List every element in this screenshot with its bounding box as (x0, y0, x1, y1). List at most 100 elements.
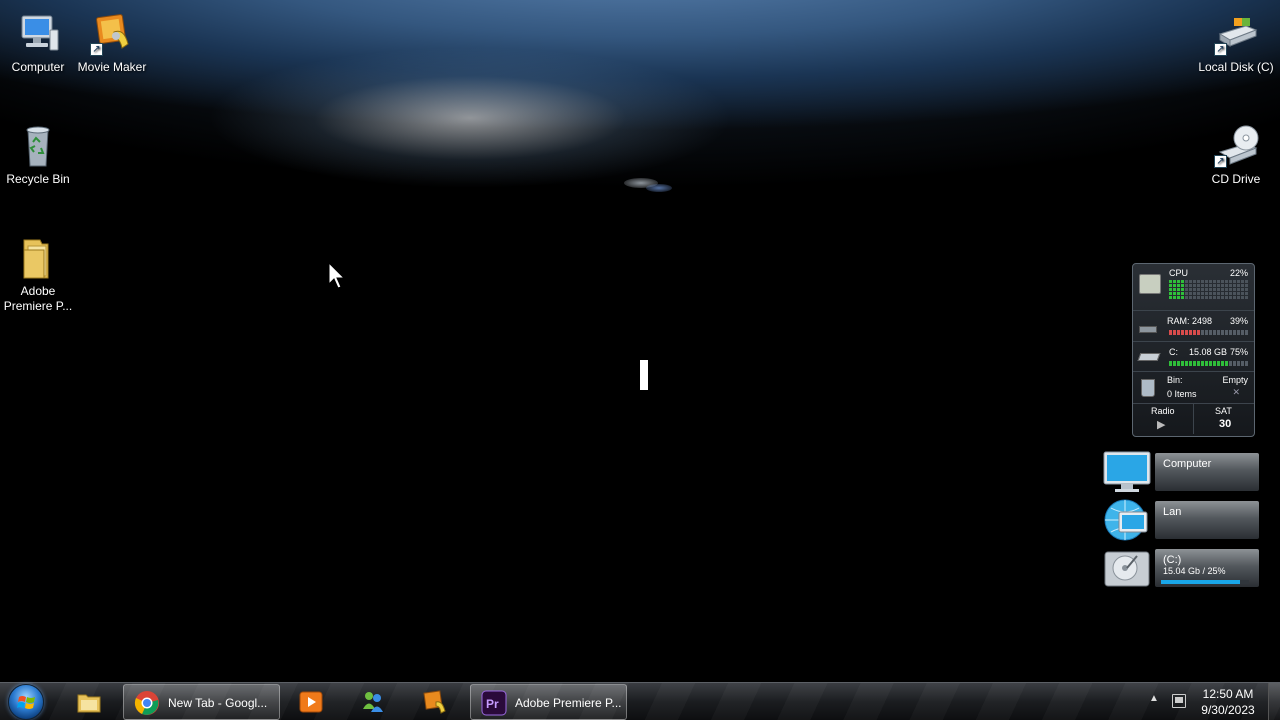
desktop-icon-recycle-bin[interactable]: Recycle Bin (0, 122, 76, 187)
weekday-label: SAT (1215, 406, 1232, 416)
meter-segment (1197, 330, 1200, 335)
disk-percent: 75% (1229, 347, 1248, 357)
show-hidden-icons-chevron-icon[interactable]: ▲ (1149, 693, 1159, 704)
desktop-icon-local-disk[interactable]: ↗ Local Disk (C) (1198, 10, 1274, 75)
cd-drive-icon: ↗ (1212, 122, 1260, 170)
meter-segment (1241, 361, 1244, 366)
cpu-graph-cell (1189, 288, 1192, 291)
cpu-graph-cell (1169, 296, 1172, 299)
system-monitor-gadget[interactable]: CPU 22% RAM: 2498 39% C: 15.08 GB 75% Bi… (1132, 263, 1255, 437)
cpu-graph (1169, 280, 1249, 304)
cpu-graph-cell (1217, 284, 1220, 287)
cpu-graph-cell (1225, 280, 1228, 283)
windows-logo-icon (17, 696, 35, 709)
cpu-label: CPU (1169, 268, 1189, 278)
desktop-icon-movie-maker[interactable]: ↗ Movie Maker (74, 10, 150, 75)
desktop-wallpaper (0, 0, 1280, 682)
drive-usage-fill (1161, 580, 1241, 584)
taskbar-button-chrome[interactable]: New Tab - Googl... (123, 684, 280, 720)
start-button[interactable] (8, 684, 44, 720)
desktop-icon-cd-drive[interactable]: ↗ CD Drive (1198, 122, 1274, 187)
cpu-graph-cell (1217, 280, 1220, 283)
clock-date: 9/30/2023 (1201, 703, 1255, 717)
taskbar-button-premiere[interactable]: Pr Adobe Premiere P... (470, 684, 627, 720)
cpu-graph-cell (1173, 280, 1176, 283)
cpu-graph-cell (1169, 284, 1172, 287)
mouse-pointer-icon (328, 261, 346, 295)
cpu-graph-cell (1233, 292, 1236, 295)
cpu-graph-cell (1213, 296, 1216, 299)
cpu-graph-cell (1169, 288, 1172, 291)
disk-label: C: (1169, 347, 1178, 357)
cpu-graph-cell (1225, 296, 1228, 299)
taskbar-pinned-movie-maker[interactable] (416, 684, 456, 720)
drive-widget[interactable]: (C:) 15.04 Gb / 25% (1103, 546, 1259, 590)
cpu-graph-cell (1201, 292, 1204, 295)
taskbar-clock[interactable]: 12:50 AM 9/30/2023 (1190, 686, 1266, 718)
taskbar-pinned-messenger[interactable] (354, 684, 394, 720)
ram-icon (1139, 326, 1157, 333)
media-player-icon (299, 691, 323, 713)
cpu-graph-cell (1221, 296, 1224, 299)
cpu-graph-cell (1237, 280, 1240, 283)
lan-widget-label: Lan (1163, 506, 1182, 518)
cpu-graph-cell (1213, 292, 1216, 295)
meter-segment (1213, 330, 1216, 335)
desktop-icon-computer[interactable]: Computer (0, 10, 76, 75)
meter-segment (1225, 330, 1228, 335)
desktop-icon-premiere-folder[interactable]: Adobe Premiere P... (0, 234, 76, 314)
meter-segment (1225, 361, 1228, 366)
bin-items: 0 Items (1167, 389, 1197, 399)
cpu-graph-cell (1217, 292, 1220, 295)
meter-segment (1237, 361, 1240, 366)
text-cursor (640, 360, 648, 390)
desktop-icon-label: CD Drive (1211, 172, 1261, 186)
cpu-graph-cell (1233, 296, 1236, 299)
radio-play-icon[interactable]: ▶ (1157, 418, 1165, 431)
cpu-graph-cell (1245, 296, 1248, 299)
network-tray-icon[interactable] (1172, 694, 1186, 708)
meter-segment (1233, 361, 1236, 366)
cpu-graph-cell (1245, 280, 1248, 283)
taskbar-button-label: Adobe Premiere P... (515, 696, 622, 710)
cpu-graph-cell (1189, 292, 1192, 295)
cpu-graph-cell (1233, 288, 1236, 291)
meter-segment (1205, 361, 1208, 366)
shortcut-arrow-icon: ↗ (1214, 155, 1227, 168)
lan-widget[interactable]: Lan (1103, 498, 1259, 542)
meter-segment (1205, 330, 1208, 335)
meter-segment (1197, 361, 1200, 366)
meter-segment (1193, 330, 1196, 335)
cpu-graph-cell (1181, 288, 1184, 291)
cpu-graph-cell (1209, 292, 1212, 295)
gadget-footer: Radio ▶ SAT 30 (1133, 404, 1254, 436)
taskbar-pinned-media-player[interactable] (292, 684, 332, 720)
folder-icon (14, 234, 62, 282)
cpu-graph-cell (1241, 292, 1244, 295)
cpu-graph-cell (1241, 284, 1244, 287)
cpu-graph-cell (1217, 288, 1220, 291)
cpu-percent: 22% (1229, 268, 1248, 278)
meter-segment (1221, 330, 1224, 335)
cpu-graph-cell (1169, 292, 1172, 295)
empty-bin-icon[interactable]: ✕ (1232, 387, 1240, 398)
cpu-graph-cell (1233, 280, 1236, 283)
cpu-graph-cell (1173, 292, 1176, 295)
cpu-graph-cell (1205, 296, 1208, 299)
cpu-graph-cell (1209, 284, 1212, 287)
desktop-icon-label: Adobe Premiere P... (3, 284, 73, 313)
meter-segment (1189, 361, 1192, 366)
computer-widget[interactable]: Computer (1103, 450, 1259, 494)
cpu-graph-cell (1197, 284, 1200, 287)
day-number: 30 (1219, 418, 1232, 430)
meter-segment (1181, 361, 1184, 366)
cpu-graph-cell (1189, 280, 1192, 283)
show-desktop-button[interactable] (1268, 683, 1280, 720)
cpu-graph-cell (1245, 284, 1248, 287)
cpu-row: CPU 22% (1133, 264, 1254, 311)
meter-segment (1229, 361, 1232, 366)
bin-row: Bin: Empty 0 Items ✕ (1133, 373, 1254, 404)
ram-label: RAM: 2498 (1167, 316, 1213, 326)
movie-maker-icon (423, 690, 446, 714)
taskbar-pinned-explorer[interactable] (70, 684, 110, 720)
